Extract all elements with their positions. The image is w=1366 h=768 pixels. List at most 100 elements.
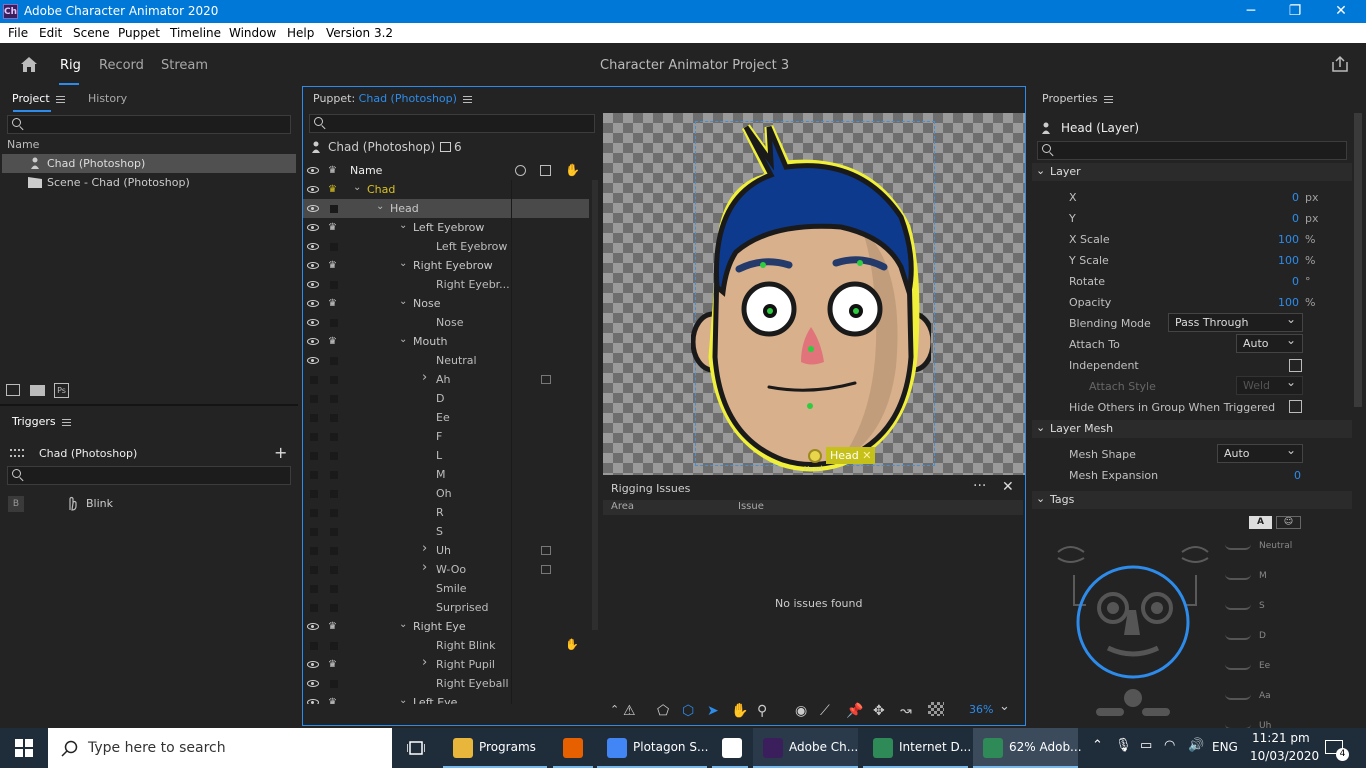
hand-tool-icon[interactable]: ✋ <box>731 703 748 719</box>
zoom-tool-icon[interactable]: ⚲ <box>757 703 767 719</box>
visibility-off-box[interactable] <box>310 604 318 612</box>
taskbar-app-button[interactable]: 62% Adob... <box>973 728 1082 768</box>
minimize-icon[interactable]: ─ <box>1228 0 1274 23</box>
tab-history[interactable]: History <box>88 92 127 105</box>
crown-icon[interactable]: ♛ <box>328 337 340 347</box>
properties-scrollbar[interactable] <box>1354 113 1362 407</box>
layer-tree-scrollbar[interactable] <box>592 180 598 630</box>
restore-icon[interactable]: ❐ <box>1272 0 1318 23</box>
tag-view-text-toggle[interactable]: A <box>1249 516 1272 529</box>
attach-to-dropdown[interactable]: Auto <box>1236 333 1303 353</box>
stroke-tool-icon[interactable]: ↝ <box>900 703 912 719</box>
menu-scene[interactable]: Scene <box>73 26 110 40</box>
warning-icon[interactable]: ⚠ <box>623 703 636 719</box>
mouth-tag-item[interactable]: Neutral <box>1220 540 1350 568</box>
project-item-puppet[interactable]: Chad (Photoshop) <box>2 154 296 173</box>
layer-row[interactable]: Left Eyebrow <box>303 237 589 256</box>
menu-version[interactable]: Version 3.2 <box>326 26 393 40</box>
taskbar-app-button[interactable]: Plotagon S... <box>597 728 708 768</box>
chevron-down-icon[interactable]: ⌄ <box>376 201 384 212</box>
trigger-row[interactable]: B Blink <box>2 494 296 514</box>
layer-row[interactable]: M <box>303 465 589 484</box>
visibility-eye-icon[interactable] <box>307 338 319 345</box>
menu-puppet[interactable]: Puppet <box>118 26 160 40</box>
crown-off-box[interactable] <box>330 452 338 460</box>
battery-icon[interactable]: ▭ <box>1140 738 1152 753</box>
close-panel-icon[interactable]: ✕ <box>1002 479 1014 495</box>
visibility-eye-icon[interactable] <box>307 243 319 250</box>
column-name-header[interactable]: Name <box>7 138 39 151</box>
visibility-off-box[interactable] <box>310 395 318 403</box>
menu-help[interactable]: Help <box>287 26 314 40</box>
hide-others-checkbox[interactable] <box>1289 400 1302 413</box>
language-indicator[interactable]: ENG <box>1212 740 1238 754</box>
mouth-tag-item[interactable]: D <box>1220 630 1350 658</box>
clock-time[interactable]: 11:21 pm <box>1252 731 1310 745</box>
visibility-off-box[interactable] <box>310 414 318 422</box>
origin-tool-icon[interactable]: ◉ <box>795 703 807 719</box>
tab-rig[interactable]: Rig <box>60 58 81 73</box>
volume-icon[interactable]: 🔊 <box>1188 738 1204 753</box>
layer-row[interactable]: ⌄ Head <box>303 199 589 218</box>
visibility-off-box[interactable] <box>310 547 318 555</box>
crown-off-box[interactable] <box>330 471 338 479</box>
crown-off-box[interactable] <box>330 243 338 251</box>
layer-row[interactable]: S <box>303 522 589 541</box>
visibility-eye-icon[interactable] <box>307 699 319 704</box>
close-icon[interactable]: ✕ <box>1318 0 1364 23</box>
layer-row[interactable]: Right Eyeball <box>303 674 589 693</box>
trigger-search-input[interactable] <box>7 466 291 485</box>
trigger-key[interactable]: B <box>8 496 24 512</box>
clock-date[interactable]: 10/03/2020 <box>1250 749 1319 763</box>
mouth-tag-item[interactable]: Aa <box>1220 690 1350 718</box>
layer-row[interactable]: Oh <box>303 484 589 503</box>
independent-badge-icon[interactable] <box>541 546 551 555</box>
tag-view-face-toggle[interactable]: ☺ <box>1276 516 1301 529</box>
zoom-dropdown-icon[interactable]: ⌄ <box>999 699 1010 714</box>
menu-file[interactable]: File <box>8 26 28 40</box>
taskbar-search-input[interactable]: Type here to search <box>48 728 392 768</box>
chevron-right-icon[interactable]: › <box>422 560 427 575</box>
crown-icon[interactable]: ♛ <box>328 622 340 632</box>
visibility-eye-icon[interactable] <box>307 205 319 212</box>
column-area[interactable]: Area <box>611 501 634 512</box>
head-handle-tag[interactable]: Head ✕ <box>826 447 876 464</box>
opacity-value[interactable]: 100 <box>1278 296 1299 309</box>
chevron-down-icon[interactable]: ⌄ <box>399 334 407 345</box>
puppet-search-input[interactable] <box>309 114 595 133</box>
new-scene-icon[interactable] <box>6 384 20 396</box>
layer-row[interactable]: ♛ ⌄ Mouth <box>303 332 589 351</box>
visibility-eye-icon[interactable] <box>307 224 319 231</box>
chevron-down-icon[interactable]: ⌄ <box>399 619 407 630</box>
independent-badge-icon[interactable] <box>541 565 551 574</box>
column-issue[interactable]: Issue <box>738 501 764 512</box>
visibility-eye-icon[interactable] <box>307 661 319 668</box>
crown-off-box[interactable] <box>330 319 338 327</box>
chevron-down-icon[interactable]: ⌄ <box>399 695 407 704</box>
crown-off-box[interactable] <box>330 604 338 612</box>
crown-off-box[interactable] <box>330 376 338 384</box>
menu-window[interactable]: Window <box>229 26 276 40</box>
visibility-eye-icon[interactable] <box>307 680 319 687</box>
visibility-off-box[interactable] <box>310 642 318 650</box>
crown-off-box[interactable] <box>330 281 338 289</box>
chevron-down-icon[interactable]: ⌄ <box>399 220 407 231</box>
trigger-hand-icon[interactable]: ✋ <box>565 638 579 651</box>
visibility-off-box[interactable] <box>310 490 318 498</box>
show-hidden-icons[interactable]: ⌃ <box>1092 738 1103 753</box>
visibility-eye-icon[interactable] <box>307 300 319 307</box>
visibility-eye-icon[interactable] <box>307 623 319 630</box>
add-trigger-button[interactable]: + <box>274 443 287 462</box>
crown-icon[interactable]: ♛ <box>328 660 340 670</box>
transparency-grid-icon[interactable] <box>928 702 944 716</box>
layer-row[interactable]: Ee <box>303 408 589 427</box>
visibility-off-box[interactable] <box>310 471 318 479</box>
puppet-title-name[interactable]: Chad (Photoshop) <box>359 92 457 105</box>
crown-icon[interactable]: ♛ <box>328 185 340 195</box>
home-icon[interactable] <box>19 55 39 73</box>
windows-start-icon[interactable] <box>15 739 33 757</box>
section-layer-mesh[interactable]: ⌄ Layer Mesh <box>1032 420 1352 438</box>
select-tool-icon[interactable]: ➤ <box>707 703 719 719</box>
layer-row[interactable]: ♛ ⌄ Left Eye <box>303 693 589 704</box>
panel-menu-icon[interactable] <box>61 418 71 426</box>
